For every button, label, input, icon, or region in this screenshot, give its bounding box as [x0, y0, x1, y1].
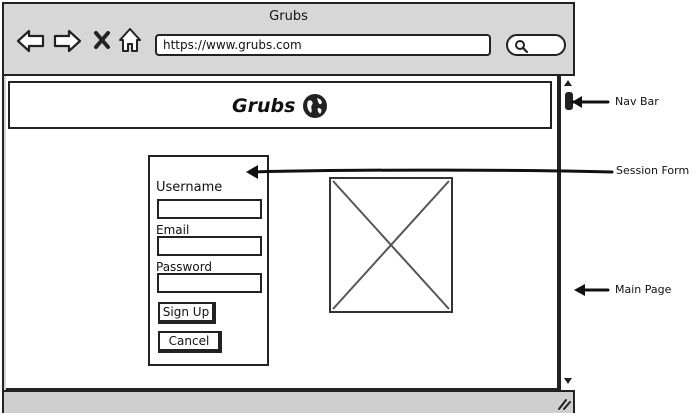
sign-up-button[interactable]: Sign Up — [158, 302, 216, 324]
main-page-arrow-icon — [574, 284, 585, 296]
username-label: Username — [156, 180, 223, 195]
nav-bar-arrow-icon — [572, 96, 582, 108]
main-page-note: Main Page — [615, 283, 672, 296]
close-icon[interactable] — [93, 30, 111, 50]
email-label: Email — [156, 223, 190, 237]
nav-bar-note: Nav Bar — [615, 95, 659, 108]
search-icon — [515, 40, 529, 54]
password-label: Password — [156, 260, 213, 274]
back-arrow-icon[interactable] — [16, 28, 46, 54]
annotation-arrows — [246, 96, 614, 296]
window-title: Grubs — [269, 9, 308, 24]
status-bar — [4, 390, 573, 413]
cancel-button[interactable]: Cancel — [158, 331, 222, 353]
search-field[interactable] — [506, 34, 566, 56]
session-form-note: Session Form — [616, 164, 690, 177]
session-form-arrow-icon — [246, 165, 258, 179]
forward-arrow-icon[interactable] — [52, 28, 82, 54]
scroll-up-icon[interactable] — [563, 78, 573, 88]
resize-grip-icon[interactable] — [556, 395, 572, 411]
scroll-down-icon[interactable] — [563, 376, 573, 386]
address-bar[interactable]: https://www.grubs.com — [155, 34, 491, 56]
home-icon[interactable] — [117, 26, 143, 54]
